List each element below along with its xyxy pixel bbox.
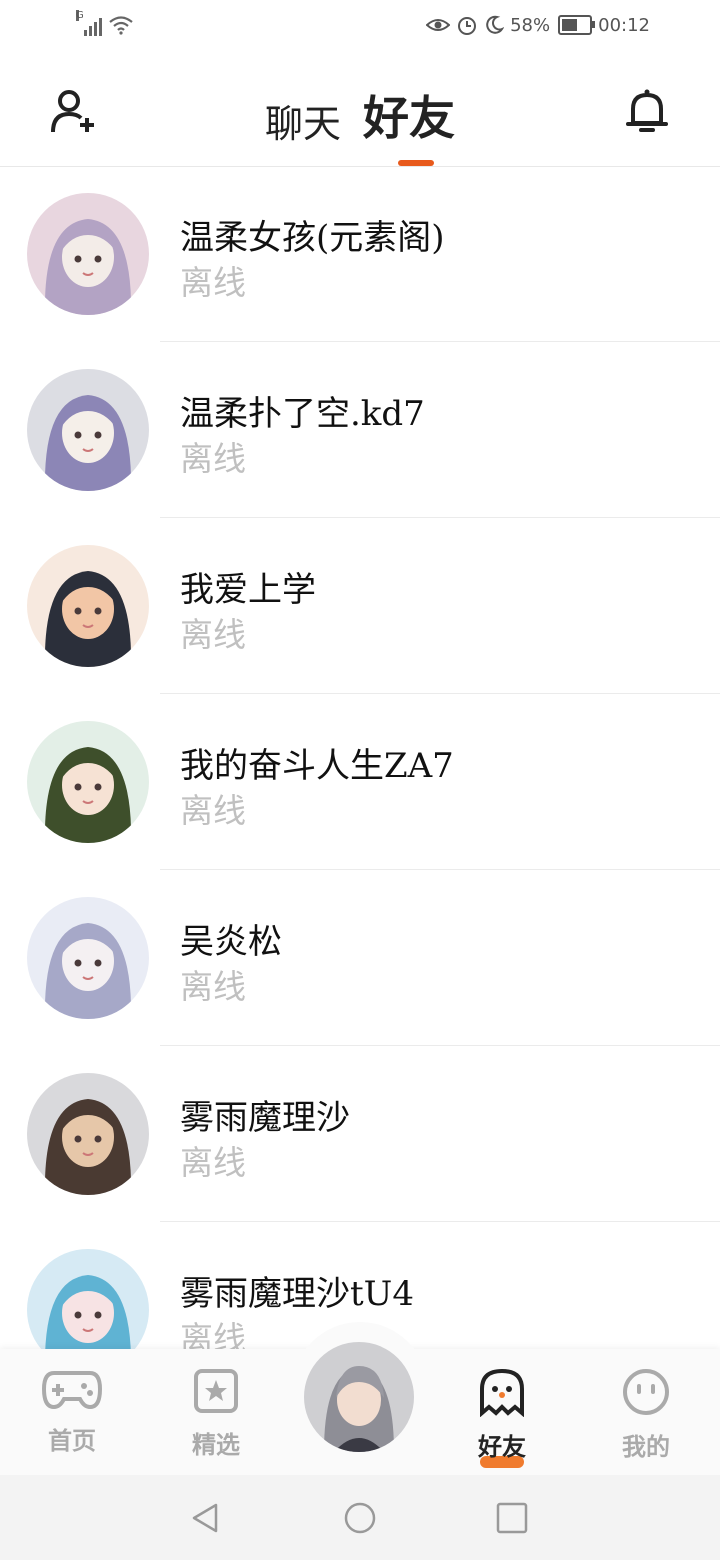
friend-row[interactable]: 吴炎松 离线 xyxy=(0,870,720,1046)
network-gen-label: G xyxy=(76,10,84,21)
nav-friends-label: 好友 xyxy=(478,1432,526,1461)
top-header: 聊天 好友 xyxy=(0,56,720,167)
friend-row[interactable]: 温柔女孩(元素阁) 离线 xyxy=(0,166,720,342)
friend-status: 离线 xyxy=(180,791,246,830)
friend-status: 离线 xyxy=(180,263,246,302)
friend-status: 离线 xyxy=(180,967,246,1006)
avatar-image xyxy=(27,369,149,491)
tab-friends[interactable]: 好友 xyxy=(363,82,455,148)
bell-icon xyxy=(626,89,668,132)
avatar-image xyxy=(27,897,149,1019)
notifications-button[interactable] xyxy=(622,86,672,136)
nav-mine-label: 我的 xyxy=(622,1432,670,1461)
avatar xyxy=(304,1342,414,1452)
battery-percent: 58% xyxy=(510,14,551,36)
avatar[interactable] xyxy=(27,721,149,843)
avatar-image xyxy=(27,193,149,315)
friend-status: 离线 xyxy=(180,615,246,654)
nav-home[interactable]: 首页 xyxy=(22,1367,122,1456)
avatar[interactable] xyxy=(27,545,149,667)
friend-status: 离线 xyxy=(180,439,246,478)
system-nav-bar xyxy=(0,1475,720,1560)
battery-icon xyxy=(558,15,596,35)
friend-row[interactable]: 雾雨魔理沙 离线 xyxy=(0,1046,720,1222)
nav-friends[interactable]: 好友 xyxy=(452,1367,552,1468)
network-indicators: G xyxy=(76,10,134,36)
avatar-image xyxy=(27,545,149,667)
nav-picks-label: 精选 xyxy=(192,1430,240,1459)
home-circle-icon[interactable] xyxy=(343,1501,377,1535)
friend-row[interactable]: 我爱上学 离线 xyxy=(0,518,720,694)
nav-mine[interactable]: 我的 xyxy=(596,1367,696,1462)
friend-name: 吴炎松 xyxy=(180,922,282,962)
friend-name: 我的奋斗人生ZA7 xyxy=(180,746,454,786)
avatar-image xyxy=(27,1073,149,1195)
smiley-icon xyxy=(623,1369,669,1415)
status-bar: G 58% 00:12 xyxy=(0,0,720,56)
friend-name: 雾雨魔理沙 xyxy=(180,1098,350,1138)
friend-row[interactable]: 我的奋斗人生ZA7 离线 xyxy=(0,694,720,870)
avatar[interactable] xyxy=(27,897,149,1019)
avatar[interactable] xyxy=(27,193,149,315)
status-right: 58% 00:12 xyxy=(426,14,650,36)
avatar[interactable] xyxy=(27,1073,149,1195)
alarm-icon xyxy=(458,17,477,35)
profile-avatar-button[interactable] xyxy=(304,1342,414,1452)
star-badge-icon xyxy=(194,1369,238,1413)
friend-status: 离线 xyxy=(180,1143,246,1182)
friend-name: 雾雨魔理沙tU4 xyxy=(180,1274,414,1314)
friend-row[interactable]: 温柔扑了空.kd7 离线 xyxy=(0,342,720,518)
nav-picks[interactable]: 精选 xyxy=(166,1367,266,1460)
friend-name: 温柔扑了空.kd7 xyxy=(180,394,425,434)
recents-square-icon[interactable] xyxy=(495,1501,529,1535)
friend-list: 温柔女孩(元素阁) 离线 温柔扑了空.kd7 离线 我爱上学 离线 我的奋斗人生ZA7 离线吴… xyxy=(0,166,720,1398)
eye-icon xyxy=(426,19,451,31)
avatar[interactable] xyxy=(27,369,149,491)
cellular-signal-icon: G xyxy=(76,10,102,36)
wifi-icon xyxy=(109,16,133,35)
moon-icon xyxy=(486,15,505,34)
friend-name: 我爱上学 xyxy=(180,570,316,610)
back-icon[interactable] xyxy=(188,1501,222,1535)
avatar-image xyxy=(27,721,149,843)
friend-name: 温柔女孩(元素阁) xyxy=(180,218,445,258)
tab-chat[interactable]: 聊天 xyxy=(265,93,341,148)
header-tabs: 聊天 好友 xyxy=(0,82,720,148)
clock: 00:12 xyxy=(598,14,650,36)
gamepad-icon xyxy=(41,1371,103,1410)
ghost-icon xyxy=(480,1368,524,1418)
nav-home-label: 首页 xyxy=(48,1426,96,1455)
